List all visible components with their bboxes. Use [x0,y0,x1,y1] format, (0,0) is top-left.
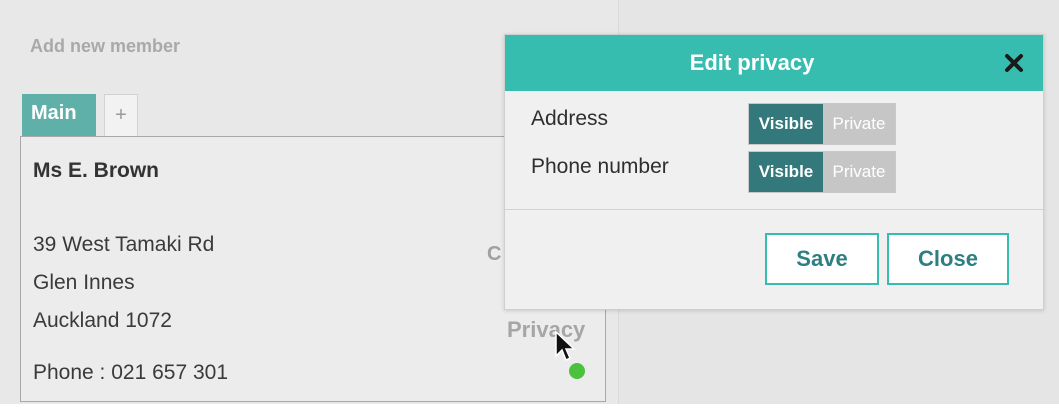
close-x-icon[interactable] [1003,52,1025,74]
save-button[interactable]: Save [765,233,879,285]
obscured-link[interactable]: C [487,243,501,266]
phone-privacy-toggle[interactable]: Visible Private [748,151,896,193]
phone-privacy-label: Phone number [531,155,669,178]
bottom-edge [0,404,1059,410]
address-privacy-label: Address [531,107,609,130]
section-title: Add new member [30,36,181,56]
address-privacy-toggle[interactable]: Visible Private [748,103,896,145]
address-visible-option[interactable]: Visible [749,104,823,144]
address-line: Glen Innes [33,271,135,294]
phone-private-option[interactable]: Private [823,152,895,192]
phone-visible-option[interactable]: Visible [749,152,823,192]
edit-privacy-dialog: Edit privacy Address Visible Private Pho… [504,34,1044,310]
address-private-option[interactable]: Private [823,104,895,144]
dialog-divider [505,209,1043,210]
tab-main[interactable]: Main [22,94,96,136]
member-name: Ms E. Brown [33,159,160,182]
close-button[interactable]: Close [887,233,1009,285]
dialog-title: Edit privacy [689,50,815,75]
mouse-cursor-icon [555,330,576,362]
add-tab-button[interactable]: + [104,94,138,136]
address-line: 39 West Tamaki Rd [33,233,215,256]
phone-text: Phone : 021 657 301 [33,361,229,384]
status-dot-icon [569,363,585,379]
dialog-header: Edit privacy [505,35,1043,91]
address-line: Auckland 1072 [33,309,172,332]
